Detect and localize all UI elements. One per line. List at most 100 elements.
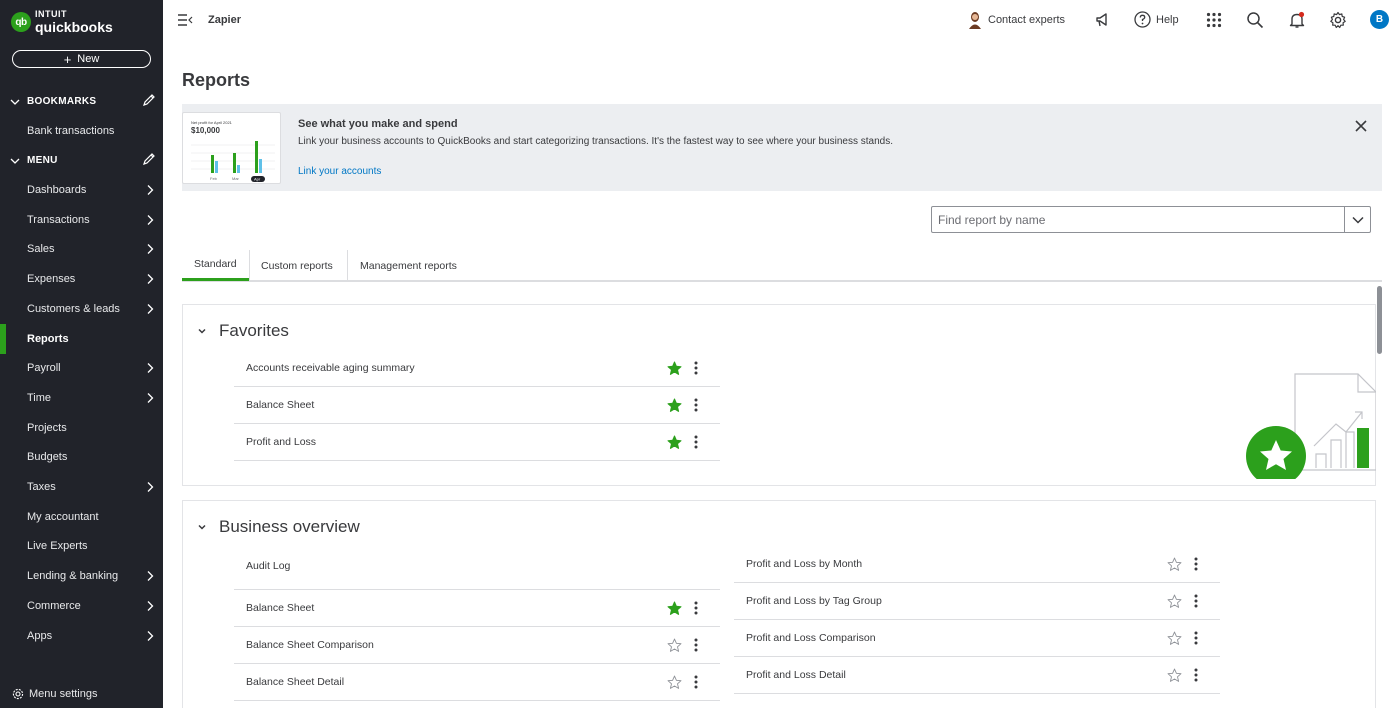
report-search-input[interactable] xyxy=(932,207,1344,232)
more-options-icon[interactable] xyxy=(1194,668,1198,682)
more-options-icon[interactable] xyxy=(694,361,698,375)
more-options-icon[interactable] xyxy=(694,601,698,615)
sidebar-item-bank-transactions[interactable]: Bank transactions xyxy=(0,118,163,144)
sidebar-item-apps[interactable]: Apps xyxy=(0,623,163,649)
link-accounts-link[interactable]: Link your accounts xyxy=(298,166,381,177)
chevron-right-icon xyxy=(147,244,154,255)
sidebar-item-customers-and-leads[interactable]: Customers & leads xyxy=(0,296,163,322)
sidebar-item-reports[interactable]: Reports xyxy=(0,323,163,354)
report-row-balance-sheet-summary[interactable]: Balance Sheet Summary xyxy=(234,701,720,708)
sidebar-item-label: My accountant xyxy=(27,510,99,523)
report-row-profit-and-loss-by-tag-group[interactable]: Profit and Loss by Tag Group xyxy=(734,583,1220,620)
report-row-profit-and-loss-comparison[interactable]: Profit and Loss Comparison xyxy=(734,620,1220,657)
collapse-menu-icon[interactable] xyxy=(177,13,193,27)
sidebar-item-my-accountant[interactable]: My accountant xyxy=(0,504,163,530)
quickbooks-logo[interactable]: qb INTUIT quickbooks xyxy=(11,10,113,34)
contact-experts-button[interactable]: Contact experts xyxy=(968,11,1065,29)
chevron-down-icon xyxy=(198,328,206,334)
report-name: Audit Log xyxy=(246,560,291,572)
new-button[interactable]: + New xyxy=(12,50,151,68)
sidebar-item-label: Bank transactions xyxy=(27,125,115,137)
more-options-icon[interactable] xyxy=(1194,557,1198,571)
star-outline-icon[interactable] xyxy=(1167,668,1182,683)
star-outline-icon[interactable] xyxy=(667,638,682,653)
sidebar-item-sales[interactable]: Sales xyxy=(0,236,163,262)
plus-icon: + xyxy=(63,51,72,67)
contact-experts-label: Contact experts xyxy=(988,14,1066,26)
search-icon[interactable] xyxy=(1246,11,1264,29)
bookmarks-header[interactable]: BOOKMARKS xyxy=(10,93,158,107)
megaphone-icon[interactable] xyxy=(1094,11,1112,29)
star-filled-icon[interactable] xyxy=(667,601,682,616)
more-options-icon[interactable] xyxy=(694,675,698,689)
star-filled-icon[interactable] xyxy=(667,361,682,376)
more-options-icon[interactable] xyxy=(1194,594,1198,608)
page-title: Reports xyxy=(182,70,251,90)
thumbnail-value: $10,000 xyxy=(191,126,220,135)
favorites-header[interactable]: Favorites xyxy=(197,321,289,341)
settings-gear-icon[interactable] xyxy=(1329,11,1347,29)
report-row-balance-sheet-detail[interactable]: Balance Sheet Detail xyxy=(234,664,720,701)
favorites-illustration xyxy=(1246,373,1376,479)
report-name: Balance Sheet Comparison xyxy=(246,639,374,651)
report-search-dropdown[interactable] xyxy=(1344,207,1370,232)
close-icon[interactable] xyxy=(1354,119,1368,133)
star-outline-icon[interactable] xyxy=(1167,631,1182,646)
sidebar-item-dashboards[interactable]: Dashboards xyxy=(0,177,163,203)
logo-intuit-text: INTUIT xyxy=(35,9,67,19)
sidebar-item-transactions[interactable]: Transactions xyxy=(0,207,163,233)
sidebar-item-expenses[interactable]: Expenses xyxy=(0,266,163,292)
qb-logo-icon: qb xyxy=(11,12,31,32)
menu-settings-link[interactable]: Menu settings xyxy=(12,688,97,700)
help-button[interactable]: Help xyxy=(1134,11,1179,28)
tab-custom-reports[interactable]: Custom reports xyxy=(249,250,345,282)
report-row-profit-and-loss-by-month[interactable]: Profit and Loss by Month xyxy=(734,546,1220,583)
report-row-balance-sheet-comparison[interactable]: Balance Sheet Comparison xyxy=(234,627,720,664)
tab-management-reports[interactable]: Management reports xyxy=(348,250,469,282)
business-overview-title: Business overview xyxy=(219,517,360,536)
chevron-right-icon xyxy=(147,571,154,582)
favorites-title: Favorites xyxy=(219,321,289,340)
star-outline-icon[interactable] xyxy=(667,675,682,690)
more-options-icon[interactable] xyxy=(694,398,698,412)
link-accounts-banner: Net profit for April 2021 $10,000 Feb Ma… xyxy=(182,104,1382,191)
report-row-balance-sheet[interactable]: Balance Sheet xyxy=(234,590,720,627)
report-row-profit-and-loss-detail[interactable]: Profit and Loss Detail xyxy=(734,657,1220,694)
edit-bookmarks-pencil-icon[interactable] xyxy=(142,93,156,107)
star-filled-icon[interactable] xyxy=(667,398,682,413)
sidebar-item-lending-and-banking[interactable]: Lending & banking xyxy=(0,563,163,589)
menu-label: MENU xyxy=(27,155,58,166)
sidebar-item-taxes[interactable]: Taxes xyxy=(0,474,163,500)
more-options-icon[interactable] xyxy=(1194,631,1198,645)
page-scrollbar[interactable] xyxy=(1377,286,1382,354)
sidebar-item-label: Sales xyxy=(27,243,55,256)
menu-header[interactable]: MENU xyxy=(10,152,158,166)
report-row-audit-log[interactable]: Audit Log xyxy=(234,543,720,590)
sidebar-item-commerce[interactable]: Commerce xyxy=(0,593,163,619)
user-avatar[interactable]: B xyxy=(1370,10,1389,29)
star-outline-icon[interactable] xyxy=(1167,594,1182,609)
tab-standard[interactable]: Standard xyxy=(182,250,249,281)
notification-bell-icon[interactable] xyxy=(1288,11,1306,29)
sidebar-item-time[interactable]: Time xyxy=(0,385,163,411)
help-label: Help xyxy=(1156,13,1179,26)
apps-grid-icon[interactable] xyxy=(1205,11,1223,29)
report-name: Profit and Loss xyxy=(246,436,317,448)
sidebar-item-label: Expenses xyxy=(27,273,76,286)
sidebar-item-budgets[interactable]: Budgets xyxy=(0,444,163,470)
sidebar-item-live-experts[interactable]: Live Experts xyxy=(0,533,163,559)
star-outline-icon[interactable] xyxy=(1167,557,1182,572)
edit-menu-pencil-icon[interactable] xyxy=(142,152,156,166)
report-row-accounts-receivable-aging-summary[interactable]: Accounts receivable aging summary xyxy=(234,350,720,387)
report-row-balance-sheet[interactable]: Balance Sheet xyxy=(234,387,720,424)
sidebar-item-label: Live Experts xyxy=(27,540,88,553)
expert-avatar-icon xyxy=(969,12,981,29)
sidebar-item-projects[interactable]: Projects xyxy=(0,415,163,441)
star-filled-icon[interactable] xyxy=(667,435,682,450)
sidebar-item-payroll[interactable]: Payroll xyxy=(0,355,163,381)
more-options-icon[interactable] xyxy=(694,435,698,449)
menu-settings-label: Menu settings xyxy=(29,688,98,700)
business-overview-header[interactable]: Business overview xyxy=(197,517,360,537)
report-row-profit-and-loss[interactable]: Profit and Loss xyxy=(234,424,720,461)
more-options-icon[interactable] xyxy=(694,638,698,652)
